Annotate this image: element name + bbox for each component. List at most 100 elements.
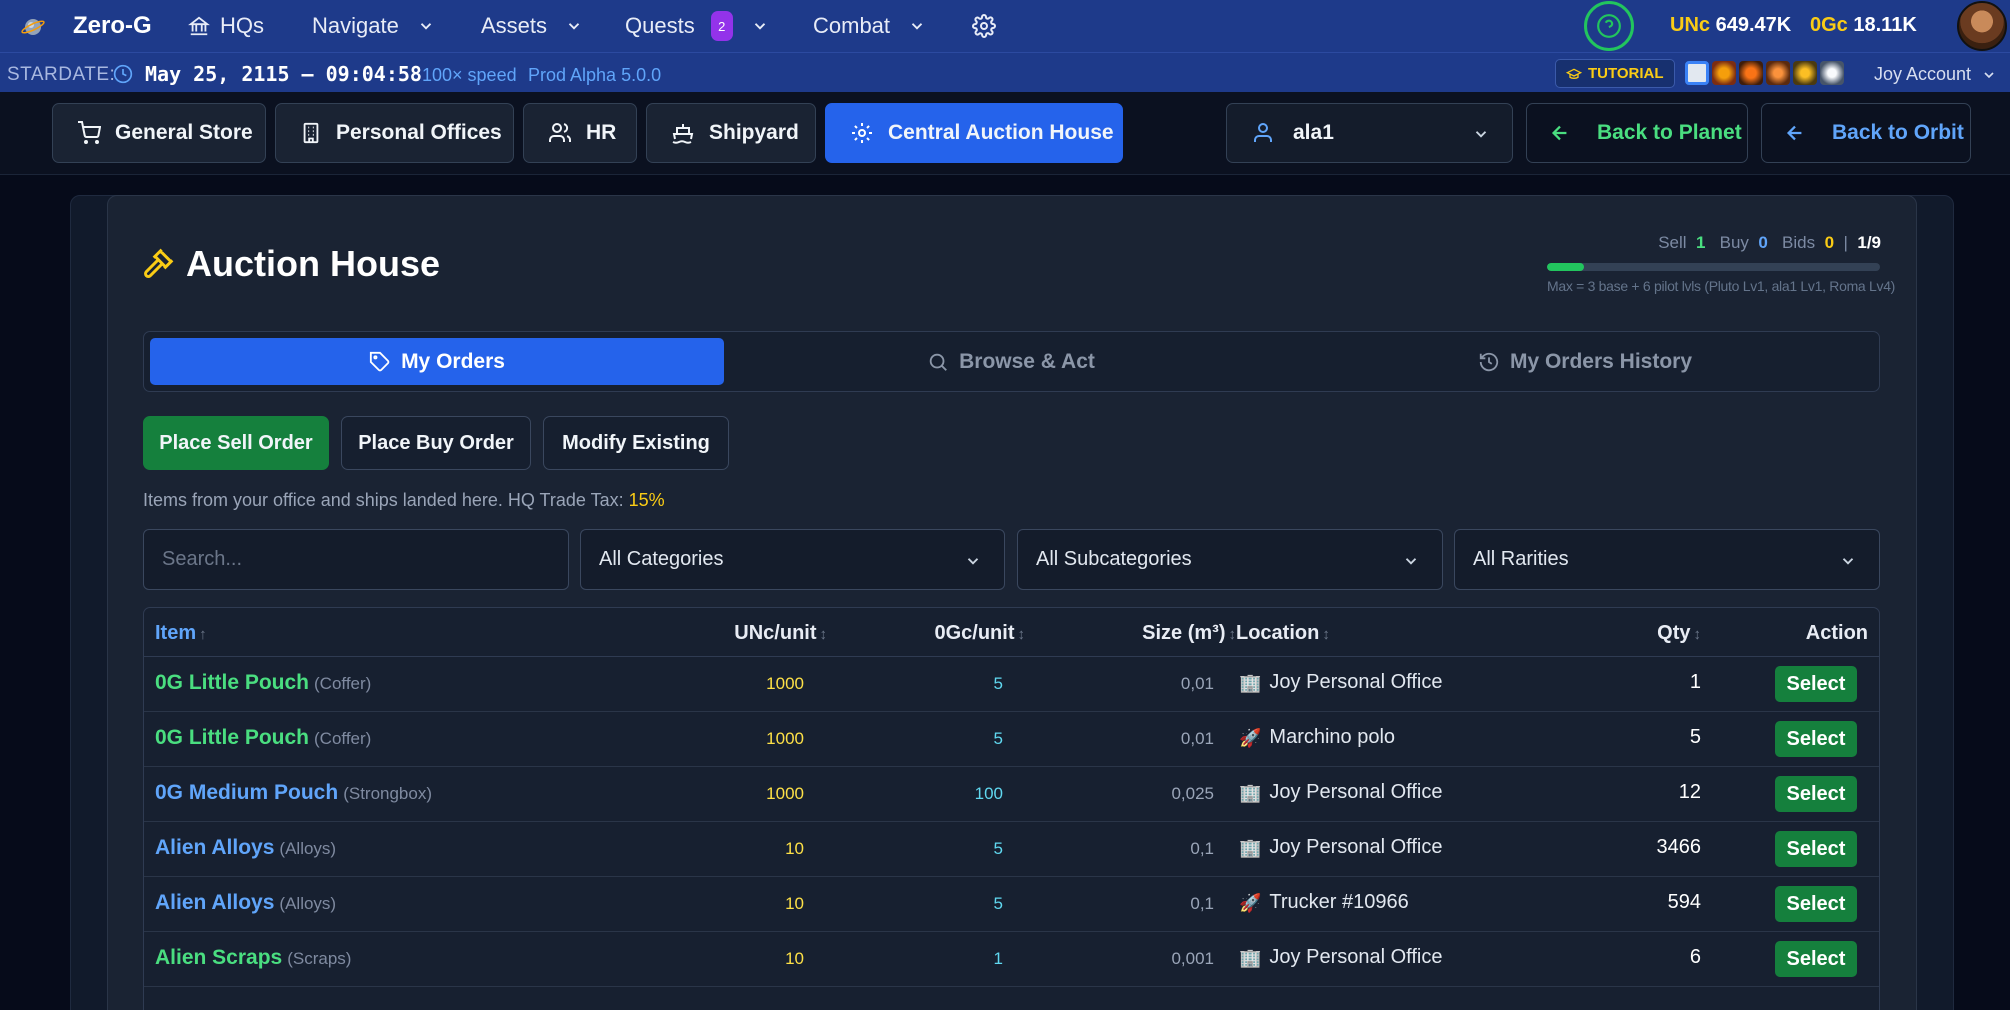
status-icon-ring[interactable] <box>1712 61 1736 85</box>
slots-used: 1/9 <box>1857 233 1881 252</box>
stats-separator: | <box>1843 233 1848 252</box>
tab-general-store[interactable]: General Store <box>52 103 266 163</box>
tab-my-orders-history[interactable]: My Orders History <box>1298 338 1872 385</box>
tab-personal-offices[interactable]: Personal Offices <box>275 103 514 163</box>
column-qty[interactable]: Qty ↕ <box>1657 622 1701 645</box>
help-button[interactable] <box>1584 1 1634 51</box>
gc-price: 100 <box>974 784 1003 803</box>
column-size[interactable]: Size (m³) ↕ <box>1142 622 1236 645</box>
search-input[interactable]: Search... <box>143 529 569 590</box>
select-button[interactable]: Select <box>1775 666 1857 702</box>
status-icon-gold[interactable] <box>1793 61 1817 85</box>
back-to-planet-button[interactable]: Back to Planet <box>1526 103 1748 163</box>
item-name[interactable]: 0G Little Pouch <box>155 726 309 749</box>
nav-hqs-label: HQs <box>220 13 264 38</box>
column-item[interactable]: Item ↑ <box>155 622 207 645</box>
tab-central-auction-house[interactable]: Central Auction House <box>825 103 1123 163</box>
item-name-cell[interactable]: 0G Medium Pouch (Strongbox) <box>155 781 432 805</box>
item-name[interactable]: Alien Scraps <box>155 946 282 969</box>
table-row[interactable]: Alien Scraps (Scraps) 10 1 0,001 🏢 Joy Persona… <box>144 932 1879 987</box>
column-qty-label: Qty <box>1657 622 1691 644</box>
nav-combat[interactable]: Combat <box>813 0 926 52</box>
tab-central-auction-house-label: Central Auction House <box>888 121 1114 144</box>
tab-shipyard-label: Shipyard <box>709 121 799 144</box>
tab-my-orders-history-label: My Orders History <box>1509 349 1693 373</box>
planet-logo-icon[interactable] <box>20 13 46 39</box>
tab-my-orders-label: My Orders <box>401 349 505 373</box>
table-row[interactable]: Alien Alloys (Alloys) 10 5 0,1 🏢 Joy Personal … <box>144 822 1879 877</box>
building-icon <box>303 122 319 144</box>
item-location: 🚀 Trucker #10966 <box>1239 891 1409 914</box>
table-row[interactable]: 0G Medium Pouch (Strongbox) 1000 100 0,025 🏢 J… <box>144 767 1879 822</box>
item-qty: 1 <box>1689 671 1701 693</box>
nav-quests[interactable]: Quests 2 <box>625 0 769 52</box>
nav-assets[interactable]: Assets <box>481 0 583 52</box>
item-name-cell[interactable]: 0G Little Pouch (Coffer) <box>155 671 371 695</box>
select-button[interactable]: Select <box>1775 721 1857 757</box>
place-buy-order-button[interactable]: Place Buy Order <box>341 416 531 470</box>
item-name[interactable]: Alien Alloys <box>155 891 274 914</box>
select-button[interactable]: Select <box>1775 776 1857 812</box>
table-row[interactable]: 0G Little Pouch (Coffer) 1000 5 0,01 🚀 Marchin… <box>144 712 1879 767</box>
stardate-value: May 25, 2115 — 09:04:58 <box>145 62 422 86</box>
item-name[interactable]: 0G Medium Pouch <box>155 781 338 804</box>
location-icon: 🚀 <box>1239 892 1262 913</box>
gc-value: 18.11K <box>1853 14 1917 36</box>
tab-shipyard[interactable]: Shipyard <box>646 103 816 163</box>
chevron-down-icon <box>754 23 765 30</box>
nav-hqs[interactable]: HQs <box>188 0 264 52</box>
modify-existing-button[interactable]: Modify Existing <box>543 416 729 470</box>
trade-tax-value: 15% <box>628 490 665 510</box>
unc-value: 649.47K <box>1715 14 1792 36</box>
status-icon-burst[interactable] <box>1820 61 1844 85</box>
location-icon: 🚀 <box>1239 727 1262 748</box>
avatar[interactable] <box>1957 1 2007 51</box>
table-row[interactable]: 0G Little Pouch (Coffer) 1000 5 0,01 🏢 Joy Per… <box>144 657 1879 712</box>
item-name-cell[interactable]: Alien Alloys (Alloys) <box>155 836 336 860</box>
chevron-down-icon <box>1405 558 1417 565</box>
table-row[interactable]: Alien Alloys (Alloys) 10 5 0,1 🚀 Trucker #1096… <box>144 877 1879 932</box>
account-menu[interactable]: Joy Account <box>1874 64 1997 85</box>
column-unc[interactable]: UNc/unit ↕ <box>734 622 827 645</box>
subcategory-select[interactable]: All Subcategories <box>1017 529 1443 590</box>
gc-balance: 0Gc 18.11K <box>1810 14 1917 37</box>
unc-label: UNc <box>1670 14 1711 36</box>
status-icon-blue[interactable] <box>1685 61 1709 85</box>
rarity-select[interactable]: All Rarities <box>1454 529 1880 590</box>
item-name-cell[interactable]: 0G Little Pouch (Coffer) <box>155 726 371 750</box>
brand-name[interactable]: Zero-G <box>73 12 152 40</box>
select-button[interactable]: Select <box>1775 831 1857 867</box>
table-header: Item ↑ UNc/unit ↕ 0Gc/unit ↕ Size (m³) ↕ Loc… <box>144 608 1879 657</box>
item-name-cell[interactable]: Alien Alloys (Alloys) <box>155 891 336 915</box>
place-sell-order-button[interactable]: Place Sell Order <box>143 416 329 470</box>
item-size: 0,1 <box>1190 839 1214 858</box>
order-subtabs: My Orders Browse & Act My Orders History <box>143 331 1880 392</box>
tutorial-button[interactable]: TUTORIAL <box>1555 59 1675 88</box>
select-button[interactable]: Select <box>1775 886 1857 922</box>
item-name-cell[interactable]: Alien Scraps (Scraps) <box>155 946 351 970</box>
tab-my-orders[interactable]: My Orders <box>150 338 724 385</box>
location-name: Joy Personal Office <box>1269 781 1443 803</box>
column-gc[interactable]: 0Gc/unit ↕ <box>934 622 1025 645</box>
item-size: 0,01 <box>1180 729 1214 748</box>
chevron-down-icon <box>1475 131 1487 138</box>
sort-asc-icon: ↑ <box>199 626 207 643</box>
nav-navigate[interactable]: Navigate <box>312 0 435 52</box>
column-location[interactable]: Location ↕ <box>1236 622 1330 645</box>
location-name: Marchino polo <box>1269 726 1396 748</box>
chevron-down-icon <box>911 23 923 30</box>
back-to-orbit-label: Back to Orbit <box>1832 121 1964 144</box>
tab-hr[interactable]: HR <box>523 103 637 163</box>
back-to-orbit-button[interactable]: Back to Orbit <box>1761 103 1971 163</box>
chevron-down-icon <box>967 558 979 565</box>
tab-personal-offices-label: Personal Offices <box>336 121 502 144</box>
nav-settings[interactable] <box>972 0 996 52</box>
status-icon-warning[interactable] <box>1739 61 1763 85</box>
item-name[interactable]: Alien Alloys <box>155 836 274 859</box>
status-icon-orange[interactable] <box>1766 61 1790 85</box>
item-name[interactable]: 0G Little Pouch <box>155 671 309 694</box>
character-select[interactable]: ala1 <box>1226 103 1513 163</box>
select-button[interactable]: Select <box>1775 941 1857 977</box>
tab-browse-act[interactable]: Browse & Act <box>724 338 1298 385</box>
category-select[interactable]: All Categories <box>580 529 1005 590</box>
